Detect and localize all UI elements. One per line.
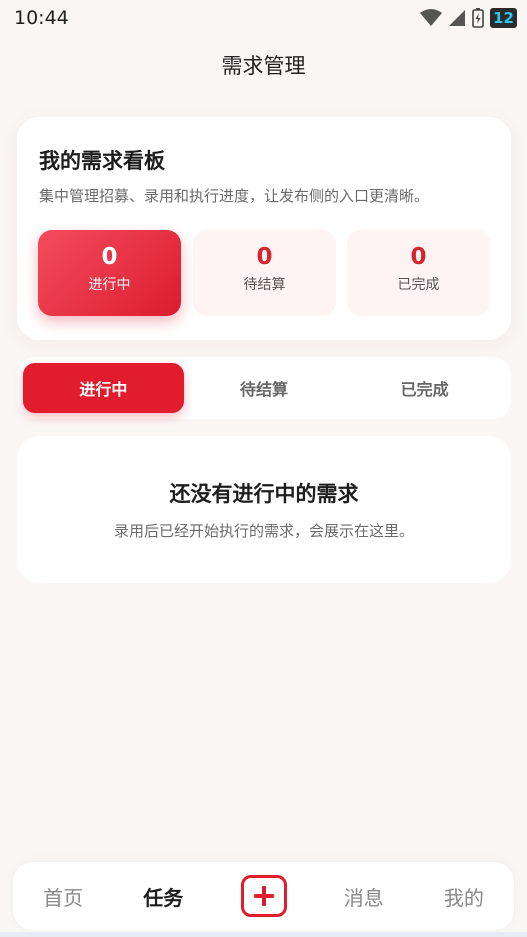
stat-label: 进行中 bbox=[88, 277, 131, 293]
tab-pending-settlement[interactable]: 待结算 bbox=[184, 363, 345, 413]
stat-count: 0 bbox=[256, 244, 273, 270]
add-button[interactable] bbox=[240, 875, 287, 917]
stat-count: 0 bbox=[410, 244, 427, 270]
signal-icon bbox=[449, 10, 466, 26]
status-icons: 12 bbox=[420, 8, 517, 28]
stat-label: 待结算 bbox=[243, 277, 286, 293]
plus-icon bbox=[253, 886, 274, 906]
tab-completed[interactable]: 已完成 bbox=[344, 363, 505, 413]
stat-count: 0 bbox=[101, 244, 118, 270]
nav-tasks[interactable]: 任务 bbox=[113, 882, 213, 911]
wifi-icon bbox=[420, 9, 443, 26]
battery-charging-icon bbox=[472, 8, 484, 28]
battery-level: 12 bbox=[490, 8, 517, 28]
tab-in-progress[interactable]: 进行中 bbox=[23, 363, 184, 413]
status-time: 10:44 bbox=[14, 7, 69, 29]
stat-pending-settlement[interactable]: 0 待结算 bbox=[193, 230, 336, 316]
system-gesture-bar bbox=[0, 932, 527, 937]
stat-label: 已完成 bbox=[397, 277, 440, 293]
stat-completed[interactable]: 0 已完成 bbox=[347, 230, 490, 316]
nav-add-wrapper bbox=[213, 875, 313, 917]
bottom-nav: 首页 任务 消息 我的 bbox=[13, 862, 514, 930]
nav-home[interactable]: 首页 bbox=[13, 882, 113, 911]
empty-state-title: 还没有进行中的需求 bbox=[169, 482, 359, 506]
page-title: 需求管理 bbox=[221, 54, 306, 78]
nav-messages[interactable]: 消息 bbox=[314, 882, 414, 911]
status-bar: 10:44 12 bbox=[0, 0, 527, 36]
stat-in-progress[interactable]: 0 进行中 bbox=[38, 230, 181, 316]
board-title: 我的需求看板 bbox=[39, 149, 165, 173]
nav-profile[interactable]: 我的 bbox=[414, 882, 514, 911]
demand-board-card: 我的需求看板 集中管理招募、录用和执行进度，让发布侧的入口更清晰。 0 进行中 … bbox=[17, 117, 511, 340]
status-tabs: 进行中 待结算 已完成 bbox=[17, 357, 511, 419]
empty-state-card: 还没有进行中的需求 录用后已经开始执行的需求，会展示在这里。 bbox=[17, 436, 511, 583]
empty-state-description: 录用后已经开始执行的需求，会展示在这里。 bbox=[113, 522, 414, 540]
board-description: 集中管理招募、录用和执行进度，让发布侧的入口更清晰。 bbox=[39, 187, 430, 205]
